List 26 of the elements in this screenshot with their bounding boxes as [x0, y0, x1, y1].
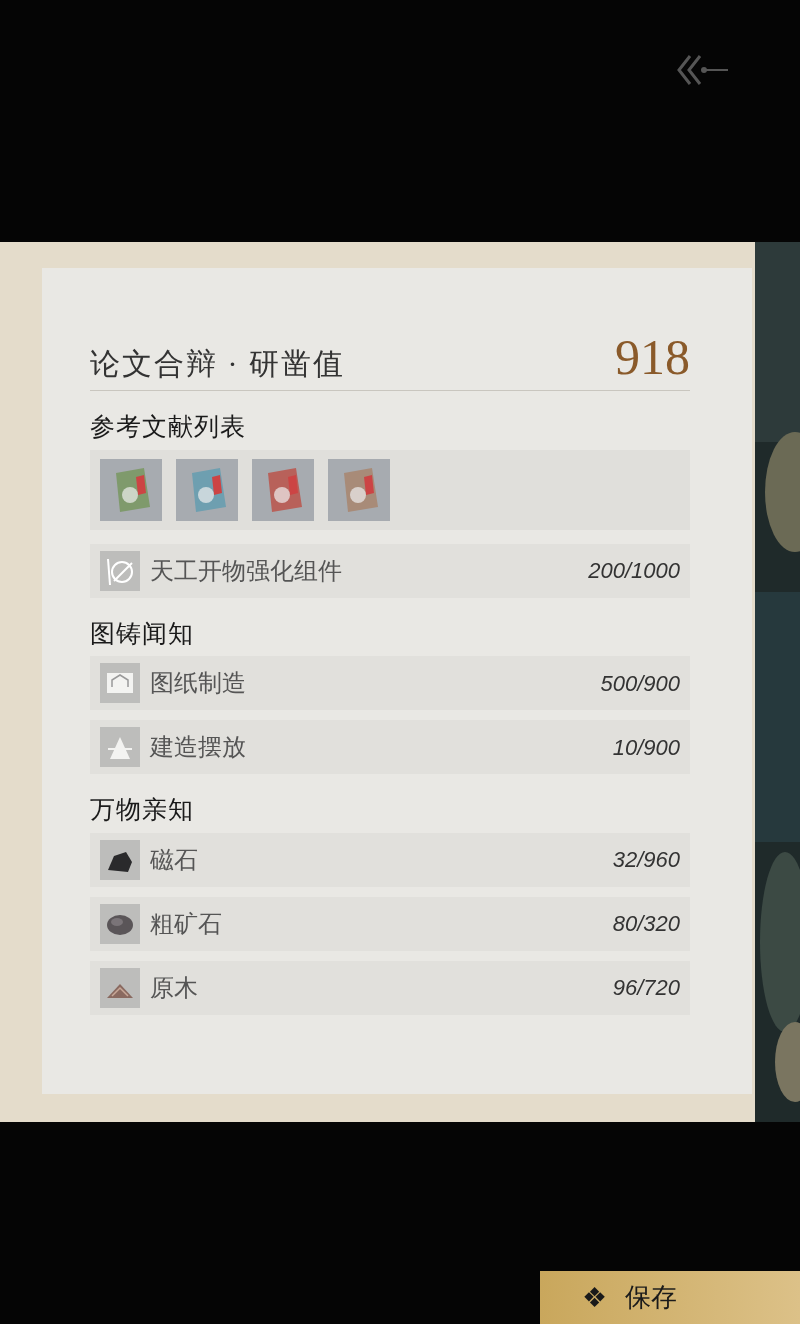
list-row[interactable]: 天工开物强化组件 200/1000 [90, 543, 690, 598]
panel-title: 论文合辩 · 研凿值 [90, 346, 345, 382]
section-title: 图铸闻知 [90, 618, 195, 649]
row-count: 80/320 [612, 910, 680, 938]
list-row[interactable]: 原木 96/720 [90, 960, 690, 1015]
row-count: 96/720 [612, 974, 680, 1002]
list-row[interactable]: 磁石 32/960 [90, 832, 690, 887]
row-count: 200/1000 [588, 557, 680, 585]
row-label: 图纸制造 [150, 669, 247, 698]
diamond-icon: ❖ [582, 1283, 607, 1312]
row-label: 粗矿石 [150, 909, 223, 939]
list-row[interactable]: 粗矿石 80/320 [90, 896, 690, 951]
back-icon[interactable] [676, 52, 730, 88]
row-label: 原木 [150, 973, 199, 1003]
row-count: 500/900 [600, 669, 680, 698]
row-label: 建造摆放 [150, 733, 247, 762]
row-count: 10/900 [612, 733, 680, 762]
section-title: 万物亲知 [90, 795, 195, 825]
row-label: 磁石 [150, 845, 199, 875]
score-value: 918 [615, 332, 690, 382]
row-count: 32/960 [612, 846, 680, 874]
save-button[interactable]: ❖ 保存 [540, 1271, 800, 1324]
list-row[interactable]: 图纸制造 500/900 [90, 656, 690, 710]
row-label: 天工开物强化组件 [150, 556, 343, 586]
list-row[interactable]: 建造摆放 10/900 [90, 720, 690, 774]
section-title: 参考文献列表 [90, 412, 247, 442]
